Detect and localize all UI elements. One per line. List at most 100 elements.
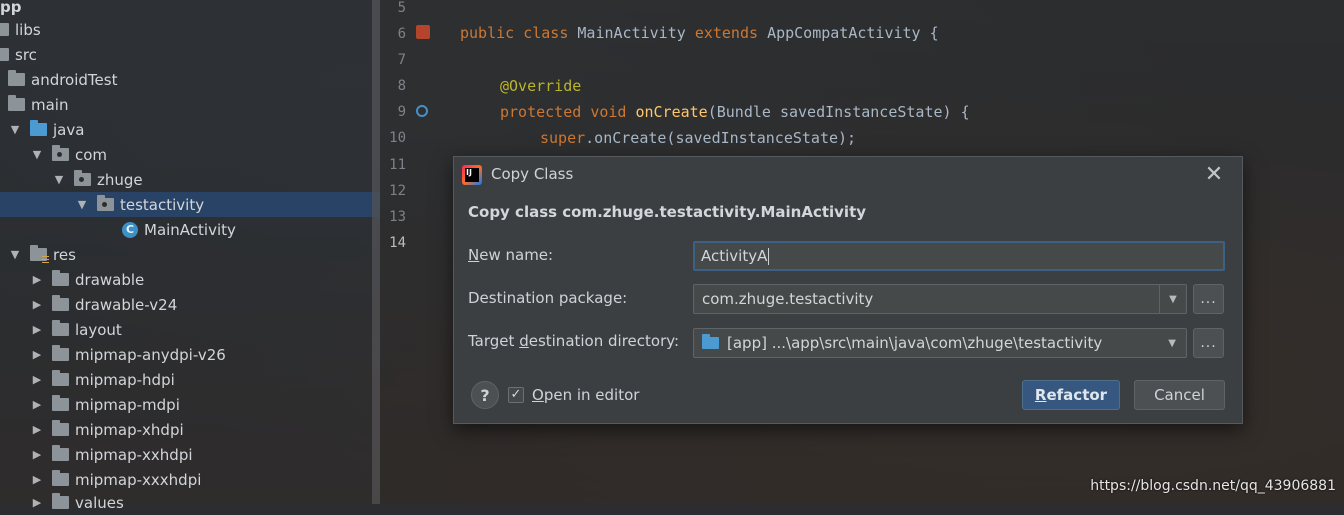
cancel-button[interactable]: Cancel bbox=[1134, 380, 1225, 410]
tree-item-label: mipmap-mdpi bbox=[75, 395, 180, 414]
project-tree-panel: pp libs src androidTest main ▼ java ▼ co… bbox=[0, 0, 380, 512]
android-activity-icon[interactable] bbox=[416, 25, 430, 39]
tree-item-mipmap-xxhdpi[interactable]: ▶ mipmap-xxhdpi bbox=[0, 442, 380, 467]
chevron-right-icon[interactable]: ▶ bbox=[30, 273, 44, 286]
tree-item-label: mipmap-xxhdpi bbox=[75, 445, 193, 464]
tree-item-label: main bbox=[31, 95, 69, 114]
chevron-down-icon[interactable]: ▼ bbox=[30, 148, 44, 161]
dialog-titlebar[interactable]: IJ Copy Class ✕ bbox=[454, 157, 1242, 193]
folder-icon bbox=[0, 48, 9, 61]
folder-icon bbox=[52, 370, 69, 386]
override-marker-icon[interactable] bbox=[416, 105, 428, 117]
folder-icon bbox=[52, 420, 69, 436]
browse-directory-button[interactable]: ... bbox=[1193, 328, 1224, 358]
chevron-right-icon[interactable]: ▶ bbox=[30, 473, 44, 486]
tree-item-mipmap-mdpi[interactable]: ▶ mipmap-mdpi bbox=[0, 392, 380, 417]
chevron-down-icon[interactable]: ▼ bbox=[52, 173, 66, 186]
tree-item-java[interactable]: ▼ java bbox=[0, 117, 380, 142]
close-icon[interactable]: ✕ bbox=[1202, 163, 1226, 187]
keyword: protected bbox=[500, 103, 582, 121]
line-number: 6 bbox=[397, 26, 406, 42]
folder-icon bbox=[52, 270, 69, 286]
tree-item-mipmap-hdpi[interactable]: ▶ mipmap-hdpi bbox=[0, 367, 380, 392]
tree-item-label: res bbox=[53, 245, 76, 264]
chevron-right-icon[interactable]: ▶ bbox=[30, 348, 44, 361]
tree-item-label: androidTest bbox=[31, 70, 118, 89]
tree-item-drawable[interactable]: ▶ drawable bbox=[0, 267, 380, 292]
tree-item-zhuge[interactable]: ▼ zhuge bbox=[0, 167, 380, 192]
open-in-editor-label[interactable]: Open in editor bbox=[532, 386, 639, 404]
dialog-title: Copy Class bbox=[491, 165, 574, 183]
chevron-right-icon[interactable]: ▶ bbox=[30, 398, 44, 411]
open-in-editor-checkbox[interactable]: ✓ bbox=[508, 387, 524, 403]
parent-class: AppCompatActivity { bbox=[767, 24, 939, 42]
line-number: 5 bbox=[397, 0, 406, 16]
button-label-rest: efactor bbox=[1046, 386, 1108, 404]
folder-icon bbox=[52, 345, 69, 361]
panel-splitter[interactable] bbox=[372, 0, 380, 504]
tree-item-label: com bbox=[75, 145, 108, 164]
chevron-right-icon[interactable]: ▶ bbox=[30, 496, 44, 509]
tree-item-label: java bbox=[53, 120, 85, 139]
folder-icon bbox=[52, 445, 69, 461]
logo-text: IJ bbox=[465, 168, 479, 182]
tree-item-src[interactable]: src bbox=[0, 42, 380, 67]
tree-item-mipmap-anydpi-v26[interactable]: ▶ mipmap-anydpi-v26 bbox=[0, 342, 380, 367]
tree-item-label: testactivity bbox=[120, 195, 205, 214]
tree-item-com[interactable]: ▼ com bbox=[0, 142, 380, 167]
source-folder-icon bbox=[30, 120, 47, 136]
dialog-heading: Copy class com.zhuge.testactivity.MainAc… bbox=[468, 203, 867, 221]
method-params: (Bundle savedInstanceState) { bbox=[707, 103, 970, 121]
line-number: 8 bbox=[397, 78, 406, 94]
annotation: @Override bbox=[500, 77, 582, 95]
tree-item-values[interactable]: ▶ values bbox=[0, 490, 380, 515]
chevron-right-icon[interactable]: ▶ bbox=[30, 423, 44, 436]
tree-item-main[interactable]: main bbox=[0, 92, 380, 117]
tree-item-label: drawable-v24 bbox=[75, 295, 178, 314]
code-line-6: public class MainActivity extends AppCom… bbox=[460, 24, 939, 42]
chevron-right-icon[interactable]: ▶ bbox=[30, 448, 44, 461]
folder-icon bbox=[52, 470, 69, 486]
tree-item-label: mipmap-hdpi bbox=[75, 370, 175, 389]
chevron-right-icon[interactable]: ▶ bbox=[30, 323, 44, 336]
tree-item-layout[interactable]: ▶ layout bbox=[0, 317, 380, 342]
target-directory-select[interactable]: [app] ...\app\src\main\java\com\zhuge\te… bbox=[693, 328, 1187, 358]
package-icon bbox=[97, 195, 114, 211]
refactor-button[interactable]: Refactor bbox=[1022, 380, 1120, 410]
class-name: MainActivity bbox=[577, 24, 686, 42]
class-icon: C bbox=[122, 221, 138, 238]
label-rest: pen in editor bbox=[543, 386, 640, 404]
tree-item-res[interactable]: ▼ res bbox=[0, 242, 380, 267]
tree-item-label: mipmap-anydpi-v26 bbox=[75, 345, 226, 364]
tree-item-testactivity[interactable]: ▼ testactivity bbox=[0, 192, 380, 217]
folder-icon bbox=[52, 395, 69, 411]
tree-item-drawable-v24[interactable]: ▶ drawable-v24 bbox=[0, 292, 380, 317]
new-name-input[interactable]: ActivityA bbox=[693, 241, 1225, 271]
chevron-right-icon[interactable]: ▶ bbox=[30, 298, 44, 311]
line-number: 12 bbox=[389, 183, 406, 199]
keyword: super bbox=[540, 129, 586, 147]
destination-package-combo[interactable]: com.zhuge.testactivity ▼ bbox=[693, 284, 1187, 314]
chevron-down-icon[interactable]: ▼ bbox=[8, 248, 22, 261]
new-name-label: New name: bbox=[468, 246, 553, 264]
tree-item-mipmap-xhdpi[interactable]: ▶ mipmap-xhdpi bbox=[0, 417, 380, 442]
tree-item-androidtest[interactable]: androidTest bbox=[0, 67, 380, 92]
folder-icon bbox=[8, 70, 25, 86]
help-icon[interactable]: ? bbox=[471, 381, 499, 409]
folder-icon bbox=[52, 320, 69, 336]
chevron-down-icon[interactable]: ▼ bbox=[1168, 338, 1176, 349]
label-prefix: Target bbox=[468, 332, 520, 350]
chevron-down-icon[interactable]: ▼ bbox=[75, 198, 89, 211]
line-number: 10 bbox=[389, 130, 406, 146]
chevron-down-icon[interactable]: ▼ bbox=[8, 123, 22, 136]
destination-package-value: com.zhuge.testactivity bbox=[702, 290, 874, 308]
chevron-right-icon[interactable]: ▶ bbox=[30, 373, 44, 386]
tree-item-label: pp bbox=[0, 0, 22, 16]
package-icon bbox=[52, 145, 69, 161]
chevron-down-icon[interactable]: ▼ bbox=[1159, 284, 1186, 314]
tree-item-libs[interactable]: libs bbox=[0, 17, 380, 42]
tree-item-label: layout bbox=[75, 320, 122, 339]
browse-package-button[interactable]: ... bbox=[1193, 284, 1224, 314]
tree-item-mainactivity[interactable]: C MainActivity bbox=[0, 217, 380, 242]
tree-item-mipmap-xxxhdpi[interactable]: ▶ mipmap-xxxhdpi bbox=[0, 467, 380, 492]
